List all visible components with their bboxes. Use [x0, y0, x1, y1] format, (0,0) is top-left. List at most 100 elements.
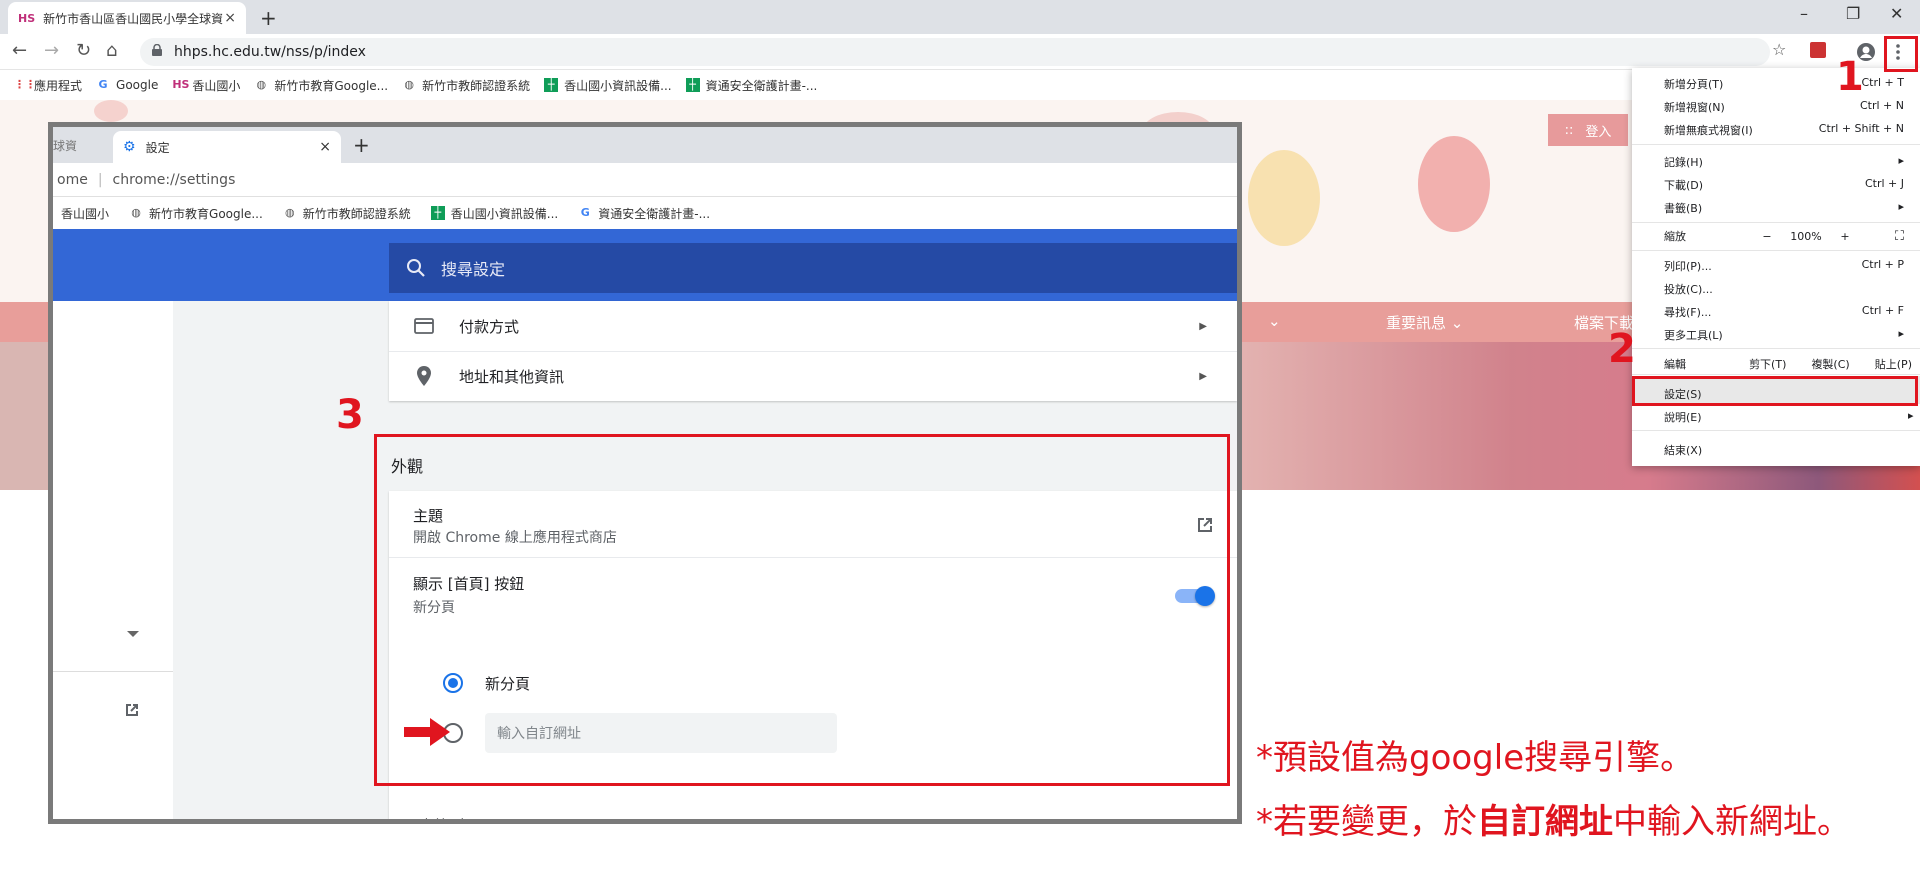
gear-icon: ⚙: [123, 139, 136, 155]
open-in-new-icon[interactable]: [123, 701, 141, 719]
forward-arrow-icon[interactable]: →: [44, 40, 59, 61]
google-icon: G: [580, 206, 590, 219]
menu-item-history[interactable]: 記錄(H) ▸: [1664, 154, 1904, 170]
payment-methods-row[interactable]: 付款方式 ▶: [389, 301, 1237, 351]
lantern-decoration: [1248, 150, 1320, 246]
hs-icon: HS: [172, 78, 190, 91]
show-bookmarks-toggle[interactable]: [1183, 823, 1219, 824]
zoom-plus-button[interactable]: +: [1830, 230, 1860, 243]
red-arrow-icon: [404, 718, 450, 746]
pdf-extension-icon[interactable]: [1810, 42, 1826, 58]
tab-strip: HS 新竹市香山區香山國民小學全球資 × + – ❐ ✕: [0, 0, 1920, 34]
zoom-minus-button[interactable]: −: [1752, 230, 1782, 243]
bookmark-item[interactable]: G Google: [96, 78, 159, 92]
menu-divider: [1632, 250, 1920, 251]
chevron-right-icon: ▶: [1199, 320, 1207, 332]
menu-item-exit[interactable]: 結束(X): [1664, 442, 1904, 458]
menu-divider: [1632, 374, 1920, 375]
bookmark-star-icon[interactable]: ☆: [1772, 40, 1786, 59]
autofill-card: 付款方式 ▶ 地址和其他資訊 ▶: [389, 301, 1237, 401]
annotation-step-1: 1: [1836, 54, 1864, 100]
annotation-step-3: 3: [336, 392, 364, 438]
menu-edit-row: 編輯 剪下(T) 複製(C) 貼上(P): [1664, 356, 1912, 372]
browser-tab[interactable]: HS 新竹市香山區香山國民小學全球資 ×: [8, 2, 246, 34]
note-default: *預設值為google搜尋引擎。: [1256, 738, 1695, 778]
annotation-step-2: 2: [1608, 326, 1636, 372]
bookmark-item[interactable]: G 資通安全衛護計畫-...: [578, 205, 710, 222]
menu-item-bookmarks[interactable]: 書籤(B) ▸: [1664, 200, 1904, 216]
inner-tab-fragment[interactable]: 球資: [53, 137, 77, 154]
chevron-down-icon[interactable]: [127, 631, 139, 637]
search-icon: [407, 259, 425, 277]
lantern-decoration: [1418, 136, 1490, 232]
lock-icon: [152, 44, 162, 56]
fullscreen-icon[interactable]: ⛶: [1860, 229, 1904, 244]
reload-icon[interactable]: ↻: [76, 40, 91, 61]
bookmark-item[interactable]: 香山國小: [61, 205, 109, 222]
menu-item-new-window[interactable]: 新增視窗(N) Ctrl + N: [1664, 99, 1904, 115]
globe-icon: ◍: [404, 78, 414, 91]
inner-address-url: chrome://settings: [112, 171, 236, 188]
menu-divider: [1632, 222, 1920, 223]
addresses-row[interactable]: 地址和其他資訊 ▶: [389, 351, 1237, 401]
settings-search-input[interactable]: 搜尋設定: [389, 243, 1237, 293]
nav-divider: [53, 671, 173, 672]
chrome-main-menu: 新增分頁(T) Ctrl + T 新增視窗(N) Ctrl + N 新增無痕式視窗(…: [1632, 68, 1920, 466]
zoom-level: 100%: [1790, 229, 1822, 243]
menu-item-more-tools[interactable]: 更多工具(L) ▸: [1664, 327, 1904, 343]
apps-grid-icon: ⋮⋮: [14, 78, 36, 91]
inner-settings-tab[interactable]: ⚙ 設定 ×: [113, 131, 341, 163]
sheets-icon: ┼: [430, 206, 445, 220]
bookmark-item[interactable]: ┼ 香山國小資訊設備...: [544, 77, 672, 94]
annotation-box-menu: [1884, 36, 1918, 72]
bookmark-item[interactable]: HS 香山國小: [172, 77, 240, 94]
note-change: *若要變更，於自訂網址中輸入新網址。: [1256, 802, 1851, 842]
site-nav-news[interactable]: 重要訊息 ⌄: [1386, 312, 1463, 333]
menu-paste-button[interactable]: 貼上(P): [1875, 356, 1912, 372]
site-nav-partial[interactable]: ⌄: [1268, 312, 1281, 330]
menu-item-incognito[interactable]: 新增無痕式視窗(I) Ctrl + Shift + N: [1664, 122, 1904, 138]
site-login-button[interactable]: :: 登入: [1548, 114, 1628, 146]
google-icon: G: [98, 78, 108, 91]
bookmark-item[interactable]: ◍ 新竹市教師認證系統: [402, 77, 530, 94]
hs-favicon-icon: HS: [18, 11, 36, 25]
minimize-icon[interactable]: –: [1800, 4, 1808, 23]
inner-new-tab-button[interactable]: +: [353, 133, 370, 157]
menu-item-cast[interactable]: 投放(C)...: [1664, 281, 1904, 297]
bookmark-item[interactable]: ┼ 香山國小資訊設備...: [430, 205, 558, 222]
new-tab-button[interactable]: +: [260, 6, 277, 30]
bookmark-item[interactable]: ┼ 資通安全衛護計畫-...: [685, 77, 817, 94]
menu-zoom-row: 縮放 − 100% + ⛶: [1664, 228, 1904, 244]
globe-icon: ◍: [256, 78, 267, 91]
menu-divider: [1632, 348, 1920, 349]
annotation-box-settings: [1632, 376, 1918, 406]
menu-item-help[interactable]: 說明(E) ▸: [1664, 409, 1914, 425]
location-pin-icon: [417, 366, 431, 386]
address-bar[interactable]: hhps.hc.edu.tw/nss/p/index: [140, 38, 1770, 66]
menu-item-new-tab[interactable]: 新增分頁(T) Ctrl + T: [1664, 76, 1904, 92]
menu-copy-button[interactable]: 複製(C): [1811, 356, 1849, 372]
chevron-right-icon: ▶: [1199, 370, 1207, 382]
inner-tab-title: 設定: [145, 140, 170, 155]
menu-cut-button[interactable]: 剪下(T): [1749, 356, 1786, 372]
bookmark-item[interactable]: ◍ 新竹市教師認證系統: [283, 205, 411, 222]
menu-item-find[interactable]: 尋找(F)... Ctrl + F: [1664, 304, 1904, 320]
show-bookmarks-bar-label: 顯示書籤列: [389, 815, 464, 819]
inner-address-bar[interactable]: ome | chrome://settings: [53, 163, 1237, 197]
restore-icon[interactable]: ❐: [1846, 4, 1860, 23]
back-arrow-icon[interactable]: ←: [12, 40, 27, 61]
home-icon[interactable]: ⌂: [106, 40, 117, 61]
settings-left-nav: [53, 301, 173, 819]
bookmark-item[interactable]: ⋮⋮ 應用程式: [14, 77, 82, 94]
sheets-icon: ┼: [544, 78, 559, 92]
menu-divider: [1632, 144, 1920, 145]
inner-tab-close-icon[interactable]: ×: [319, 139, 331, 155]
menu-item-print[interactable]: 列印(P)... Ctrl + P: [1664, 258, 1904, 274]
bookmark-item[interactable]: ◍ 新竹市教育Google...: [129, 205, 263, 222]
sheets-icon: ┼: [685, 78, 700, 92]
close-window-icon[interactable]: ✕: [1890, 4, 1903, 23]
menu-item-downloads[interactable]: 下載(D) Ctrl + J: [1664, 177, 1904, 193]
bookmark-item[interactable]: ◍ 新竹市教育Google...: [254, 77, 389, 94]
tab-close-icon[interactable]: ×: [224, 10, 236, 26]
browser-toolbar: ← → ↻ ⌂ hhps.hc.edu.tw/nss/p/index ☆: [0, 34, 1920, 70]
